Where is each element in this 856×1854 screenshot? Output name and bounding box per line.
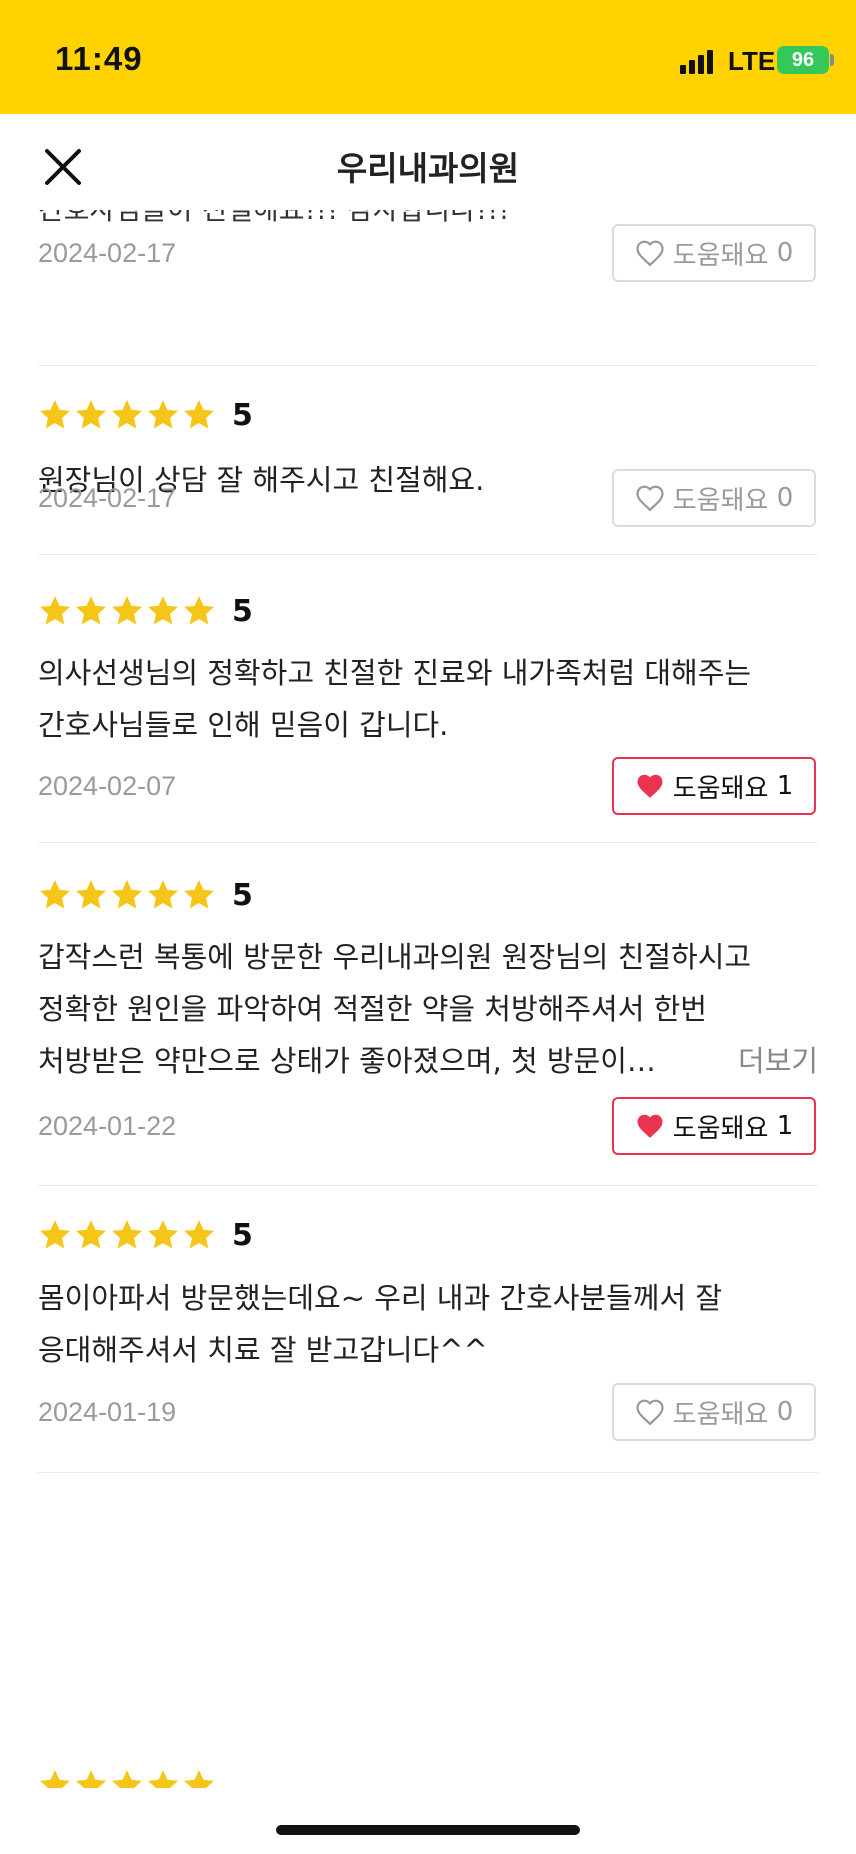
helpful-button[interactable]: 도움돼요 0 xyxy=(612,469,816,527)
star-icon xyxy=(184,596,214,625)
heart-filled-icon xyxy=(637,774,663,798)
divider xyxy=(38,365,818,366)
status-time: 11:49 xyxy=(55,40,143,77)
star-rating xyxy=(38,878,218,912)
star-icon xyxy=(184,1770,214,1788)
star-icon xyxy=(40,1770,70,1788)
home-indicator[interactable] xyxy=(276,1825,580,1835)
review-date: 2024-02-17 xyxy=(38,483,177,513)
helpful-count: 0 xyxy=(776,483,794,513)
review-text: 의사선생님의 정확하고 친절한 진료와 내가족처럼 대해주는 간호사님들로 인해… xyxy=(38,656,752,742)
helpful-button[interactable]: 도움돼요 0 xyxy=(612,224,816,282)
rating-score: 5 xyxy=(232,594,253,629)
review-date: 2024-01-22 xyxy=(38,1111,177,1141)
helpful-button[interactable]: 도움돼요 1 xyxy=(612,757,816,815)
review-item: 간호사님들이 친절해요!!! 감사합니다!!! 2024-02-17 도움돼요 … xyxy=(0,210,856,365)
star-icon xyxy=(112,596,142,625)
status-bar: 11:49 LTE 96 xyxy=(0,0,856,114)
more-link[interactable]: 더보기 xyxy=(738,1035,818,1087)
heart-outline-icon xyxy=(636,1399,664,1426)
divider xyxy=(38,1185,818,1186)
heart-filled-icon xyxy=(637,1114,663,1138)
star-icon xyxy=(112,400,142,429)
rating-score: 5 xyxy=(232,878,253,913)
star-icon xyxy=(112,1770,142,1788)
divider xyxy=(38,1472,818,1473)
helpful-label: 도움돼요 xyxy=(672,1113,769,1144)
star-icon xyxy=(40,1220,70,1249)
star-icon xyxy=(148,1770,178,1788)
star-icon xyxy=(184,1220,214,1249)
star-icon xyxy=(112,880,142,909)
helpful-label: 도움돼요 xyxy=(672,773,769,804)
review-date: 2024-02-07 xyxy=(38,771,177,801)
star-rating xyxy=(38,1768,218,1788)
helpful-count: 1 xyxy=(776,771,794,801)
helpful-label: 도움돼요 xyxy=(672,1399,769,1430)
signal-icon xyxy=(680,48,718,74)
helpful-button[interactable]: 도움돼요 1 xyxy=(612,1097,816,1155)
battery-cap xyxy=(830,54,834,66)
helpful-count: 0 xyxy=(776,1397,794,1427)
helpful-button[interactable]: 도움돼요 0 xyxy=(612,1383,816,1441)
divider xyxy=(38,842,818,843)
star-icon xyxy=(148,1220,178,1249)
helpful-count: 1 xyxy=(776,1111,794,1141)
battery-icon: 96 xyxy=(777,46,829,74)
review-text: 몸이아파서 방문했는데요~ 우리 내과 간호사분들께서 잘 응대해주셔서 치료 … xyxy=(38,1281,723,1367)
star-icon xyxy=(40,880,70,909)
star-icon xyxy=(76,596,106,625)
heart-outline-icon xyxy=(636,485,664,512)
star-icon xyxy=(184,880,214,909)
star-icon xyxy=(76,400,106,429)
star-icon xyxy=(76,1220,106,1249)
divider xyxy=(38,554,818,555)
star-icon xyxy=(40,596,70,625)
review-date: 2024-02-17 xyxy=(38,238,177,268)
star-rating xyxy=(38,1218,218,1252)
helpful-label: 도움돼요 xyxy=(672,240,769,271)
star-icon xyxy=(148,400,178,429)
heart-outline-icon xyxy=(636,240,664,267)
helpful-count: 0 xyxy=(776,238,794,268)
star-icon xyxy=(184,400,214,429)
star-icon xyxy=(112,1220,142,1249)
rating-score: 5 xyxy=(232,1218,253,1253)
page-title: 우리내과의원 xyxy=(336,149,520,188)
star-icon xyxy=(148,596,178,625)
star-icon xyxy=(148,880,178,909)
review-list[interactable]: 간호사님들이 친절해요!!! 감사합니다!!! 2024-02-17 도움돼요 … xyxy=(0,210,856,1810)
review-date: 2024-01-19 xyxy=(38,1397,177,1427)
network-type: LTE xyxy=(728,46,776,76)
star-rating xyxy=(38,594,218,628)
helpful-label: 도움돼요 xyxy=(672,485,769,516)
star-icon xyxy=(76,1770,106,1788)
battery-level: 96 xyxy=(791,48,815,71)
star-icon xyxy=(76,880,106,909)
rating-score: 5 xyxy=(232,398,253,433)
star-icon xyxy=(40,400,70,429)
nav-bar: 우리내과의원 xyxy=(0,114,856,210)
review-text: 간호사님들이 친절해요!!! 감사합니다!!! xyxy=(38,210,510,228)
star-rating xyxy=(38,398,218,432)
